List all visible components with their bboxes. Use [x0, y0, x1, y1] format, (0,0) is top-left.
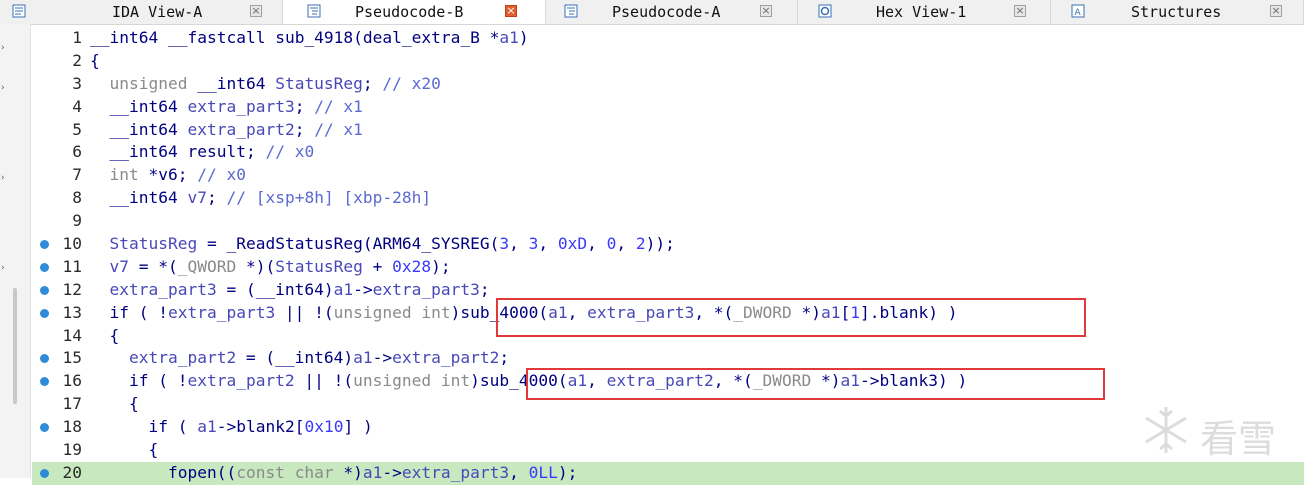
watermark: 看雪: [1140, 400, 1280, 464]
code-line[interactable]: 19 {: [32, 439, 1304, 462]
code-line[interactable]: 6 __int64 result; // x0: [32, 141, 1304, 164]
pseudocode-icon: [564, 4, 578, 18]
code-text: __int64 extra_part3; // x1: [109, 96, 363, 116]
hex-view-icon: [818, 4, 832, 18]
close-tab-icon[interactable]: ×: [250, 5, 262, 17]
line-number: 18: [62, 417, 83, 437]
line-number: 12: [62, 279, 83, 299]
line-number: 19: [62, 440, 83, 460]
collapse-marker-icon: ›: [1, 263, 5, 273]
tab-hex-view-1[interactable]: Hex View-1 ×: [798, 0, 1051, 24]
tab-pseudocode-b[interactable]: Pseudocode-B ×: [283, 0, 546, 24]
code-text: fopen((const char *)a1->extra_part3, 0LL…: [167, 462, 578, 482]
line-number: 10: [62, 234, 83, 254]
pseudocode-view[interactable]: 1 __int64 __fastcall sub_4918(deal_extra_…: [32, 27, 1304, 485]
line-number: 6: [72, 142, 82, 162]
line-number: 1: [72, 28, 82, 47]
scrollbar-thumb[interactable]: [13, 288, 17, 404]
line-number: 20: [62, 462, 83, 482]
code-text: v7 = *(_QWORD *)(StatusReg + 0x28);: [109, 256, 451, 276]
line-number: 13: [62, 302, 83, 322]
tab-structures[interactable]: A Structures ×: [1051, 0, 1304, 24]
line-number: 4: [72, 96, 82, 116]
tab-bar: IDA View-A × Pseudocode-B × Pseudocode-A…: [0, 0, 1304, 25]
code-line[interactable]: 20 fopen((const char *)a1->extra_part3, …: [32, 461, 1304, 485]
line-number: 9: [72, 211, 82, 231]
collapse-marker-icon: ›: [1, 43, 5, 53]
code-text: extra_part2 = (__int64)a1->extra_part2;: [128, 348, 510, 368]
code-text: __int64 result; // x0: [109, 142, 315, 162]
svg-text:A: A: [1075, 8, 1082, 18]
code-text: unsigned __int64 StatusReg; // x20: [109, 73, 441, 93]
line-number: 15: [62, 348, 83, 368]
line-number: 8: [72, 188, 82, 208]
code-line[interactable]: 9: [32, 210, 1304, 233]
code-text: __int64 v7; // [xsp+8h] [xbp-28h]: [109, 188, 432, 208]
snowflake-logo-icon: [1145, 407, 1187, 453]
line-number: 17: [62, 394, 83, 414]
line-number: 16: [62, 371, 83, 391]
tab-label: Hex View-1: [876, 3, 967, 21]
code-text: __int64 extra_part2; // x1: [109, 119, 363, 139]
line-number: 2: [72, 50, 82, 70]
collapse-marker-icon: ›: [1, 83, 5, 93]
structures-icon: A: [1071, 4, 1085, 18]
code-line[interactable]: 7 int *v6; // x0: [32, 164, 1304, 187]
line-number: 3: [72, 73, 82, 93]
close-tab-icon[interactable]: ×: [1270, 5, 1282, 17]
tab-label: IDA View-A: [112, 3, 203, 21]
line-number: 7: [72, 165, 82, 185]
code-text: __int64 __fastcall sub_4918(deal_extra_B…: [90, 28, 529, 47]
code-line[interactable]: 2{: [32, 50, 1304, 73]
tab-label: Pseudocode-A: [612, 3, 721, 21]
code-text: extra_part3 = (__int64)a1->extra_part3;: [109, 279, 490, 299]
watermark-text: 看雪: [1200, 417, 1277, 461]
code-text: {: [90, 394, 139, 414]
code-text: {: [90, 50, 100, 70]
code-text: int *v6; // x0: [109, 165, 246, 185]
code-text: {: [90, 325, 120, 345]
tab-label: Structures: [1131, 3, 1222, 21]
code-line[interactable]: 8 __int64 v7; // [xsp+8h] [xbp-28h]: [32, 187, 1304, 210]
annotation-box-line-16: [526, 368, 1105, 400]
tab-pseudocode-a[interactable]: Pseudocode-A ×: [546, 0, 798, 24]
code-line[interactable]: 5 __int64 extra_part2; // x1: [32, 119, 1304, 142]
code-line[interactable]: 18 if ( a1->blank2[0x10] ): [32, 416, 1304, 439]
disassembly-icon: [12, 4, 26, 18]
code-line[interactable]: 11 v7 = *(_QWORD *)(StatusReg + 0x28);: [32, 256, 1304, 279]
code-line[interactable]: 15 extra_part2 = (__int64)a1->extra_part…: [32, 347, 1304, 370]
close-tab-icon[interactable]: ×: [505, 5, 517, 17]
annotation-box-line-13: [496, 298, 1086, 337]
code-line[interactable]: 3 unsigned __int64 StatusReg; // x20: [32, 73, 1304, 96]
close-tab-icon[interactable]: ×: [760, 5, 772, 17]
line-number: 11: [62, 256, 83, 276]
code-line[interactable]: 4 __int64 extra_part3; // x1: [32, 96, 1304, 119]
tab-ida-view-a[interactable]: IDA View-A ×: [0, 0, 283, 24]
code-text: {: [90, 440, 159, 460]
line-number: 14: [62, 325, 83, 345]
code-text: if ( a1->blank2[0x10] ): [148, 417, 373, 437]
code-line[interactable]: 10 StatusReg = _ReadStatusReg(ARM64_SYSR…: [32, 233, 1304, 256]
close-tab-icon[interactable]: ×: [1014, 5, 1026, 17]
collapse-marker-icon: ›: [1, 173, 5, 183]
tab-label: Pseudocode-B: [355, 3, 464, 21]
code-text: StatusReg = _ReadStatusReg(ARM64_SYSREG(…: [109, 234, 675, 254]
left-margin-strip: › › › ›: [0, 24, 31, 478]
line-number: 5: [72, 119, 82, 139]
pseudocode-icon: [307, 4, 321, 18]
code-line[interactable]: 1 __int64 __fastcall sub_4918(deal_extra_…: [32, 27, 1304, 50]
